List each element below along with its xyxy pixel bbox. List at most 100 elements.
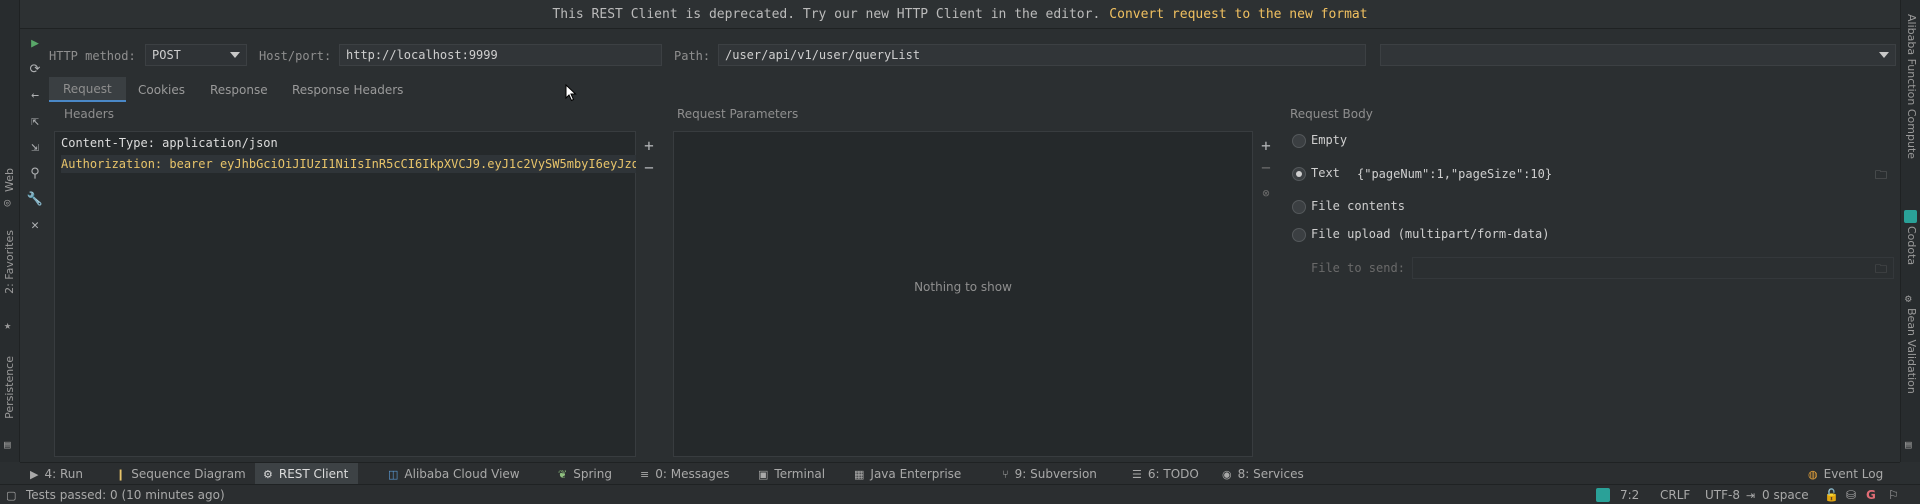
add-parameter-icon[interactable]: + — [1258, 136, 1274, 155]
web-tool-tab[interactable]: Web — [3, 168, 16, 192]
header-row-authorization[interactable]: Authorization: bearer eyJhbGciOiJIUzI1Ni… — [61, 155, 637, 173]
tool-window-event-log[interactable]: ◍ Event Log — [1808, 463, 1883, 485]
tool-window-spring[interactable]: ❦ Spring — [558, 463, 612, 485]
status-message[interactable]: Tests passed: 0 (10 minutes ago) — [26, 485, 225, 504]
tool-window-alicloud-label: Alibaba Cloud View — [404, 467, 520, 481]
refresh-icon[interactable]: ⟳ — [26, 60, 44, 78]
proxy-settings-icon[interactable]: ⚲ — [26, 164, 44, 182]
remove-parameter-icon[interactable]: − — [1258, 158, 1274, 177]
host-port-input[interactable]: http://localhost:9999 — [339, 44, 662, 66]
tool-window-alibaba-cloud[interactable]: ◫ Alibaba Cloud View — [388, 463, 520, 485]
remove-header-icon[interactable]: − — [641, 158, 657, 177]
tab-response-headers[interactable]: Response Headers — [278, 77, 417, 102]
git-icon[interactable]: ⛁ — [1846, 485, 1856, 504]
lock-icon[interactable]: 🔓 — [1824, 485, 1839, 504]
chevron-down-icon — [1879, 52, 1889, 58]
tool-window-rest-client[interactable]: ⚙ REST Client — [255, 463, 359, 485]
banner-message: This REST Client is deprecated. Try our … — [552, 6, 1101, 22]
database-icon: ▤ — [4, 438, 11, 451]
right-tool-strip: Alibaba Function Compute Codota ⚙ Bean V… — [1900, 0, 1920, 462]
body-text-value: {"pageNum":1,"pageSize":10} — [1357, 167, 1553, 181]
tool-window-bar: ▶ 4: Run ❙ Sequence Diagram ⚙ REST Client ◫… — [20, 462, 1900, 485]
text-radio[interactable] — [1292, 167, 1306, 181]
tool-window-rest-label: REST Client — [278, 467, 349, 481]
codota-tab[interactable]: Codota — [1905, 226, 1918, 265]
tool-window-terminal-label: Terminal — [774, 467, 826, 481]
rest-client-actions: ▶ ⟳ ← ⇱ ⇲ ⚲ 🔧 ✕ — [21, 30, 49, 462]
tool-window-terminal[interactable]: ▣ Terminal — [758, 463, 825, 485]
http-method-value: POST — [152, 48, 181, 62]
tool-window-svn-label: 9: Subversion — [1014, 467, 1097, 481]
tool-window-subversion[interactable]: ⑂ 9: Subversion — [1002, 463, 1097, 485]
run-request-icon[interactable]: ▶ — [26, 34, 44, 52]
caret-position[interactable]: 7:2 — [1620, 485, 1639, 504]
star-icon: ★ — [4, 318, 12, 332]
notifications-icon[interactable]: ⚐ — [1888, 485, 1899, 504]
headers-panel: Content-Type: application/json Authoriza… — [54, 131, 637, 457]
rest-client-icon: ⚙ — [263, 467, 273, 481]
file-upload-radio[interactable] — [1292, 228, 1306, 242]
tool-window-run[interactable]: ▶ 4: Run — [30, 463, 83, 485]
file-contents-radio[interactable] — [1292, 200, 1306, 214]
request-parameters-title: Request Parameters — [677, 107, 799, 121]
header-row-content-type[interactable]: Content-Type: application/json — [61, 134, 629, 152]
chevron-down-icon — [230, 52, 240, 58]
status-square-icon[interactable]: ▢ — [6, 485, 16, 504]
path-input[interactable]: /user/api/v1/user/queryList — [718, 44, 1366, 66]
persistence-tool-tab[interactable]: Persistence — [3, 356, 16, 419]
indent-setting[interactable]: 0 space — [1762, 485, 1809, 504]
host-port-label: Host/port: — [259, 49, 332, 63]
body-text-input[interactable]: {"pageNum":1,"pageSize":10} 🗀 — [1350, 163, 1894, 185]
empty-radio[interactable] — [1292, 134, 1306, 148]
favorites-tool-tab[interactable]: 2: Favorites — [3, 230, 16, 294]
file-to-send-input[interactable]: 🗀 — [1412, 257, 1894, 279]
tool-window-spring-label: Spring — [573, 467, 612, 481]
tool-window-todo[interactable]: ☰ 6: TODO — [1132, 463, 1199, 485]
tool-window-run-label: 4: Run — [44, 467, 83, 481]
tool-window-sequence-diagram[interactable]: ❙ Sequence Diagram — [116, 463, 246, 485]
event-log-icon: ◍ — [1808, 467, 1818, 481]
add-header-icon[interactable]: + — [641, 136, 657, 155]
back-arrow-icon[interactable]: ← — [26, 86, 44, 104]
import-icon[interactable]: ⇲ — [26, 138, 44, 156]
convert-request-link[interactable]: Convert request to the new format — [1109, 7, 1367, 22]
left-tool-strip: Web ◎ 2: Favorites ★ Persistence ▤ — [0, 0, 20, 462]
play-icon: ▶ — [30, 467, 39, 481]
tab-cookies[interactable]: Cookies — [124, 77, 199, 102]
headers-side-toolbar: + − — [636, 131, 662, 457]
tab-request[interactable]: Request — [49, 77, 126, 102]
tool-window-messages[interactable]: ≡ 0: Messages — [640, 463, 730, 485]
line-separator[interactable]: CRLF — [1660, 485, 1690, 504]
clear-icon[interactable]: ⊗ — [1258, 185, 1274, 201]
google-icon[interactable]: G — [1866, 485, 1876, 504]
wrench-icon[interactable]: 🔧 — [26, 190, 44, 208]
tool-window-event-log-label: Event Log — [1823, 467, 1884, 481]
mouse-cursor-icon — [565, 84, 577, 102]
cloud-icon: ◫ — [388, 467, 399, 481]
http-method-select[interactable]: POST — [145, 44, 247, 66]
codota-icon — [1904, 210, 1917, 223]
history-dropdown[interactable] — [1380, 44, 1896, 66]
database-icon: ▤ — [1905, 438, 1912, 451]
folder-icon[interactable]: 🗀 — [1875, 260, 1887, 281]
export-icon[interactable]: ⇱ — [26, 112, 44, 130]
alibaba-function-compute-tab[interactable]: Alibaba Function Compute — [1905, 14, 1918, 159]
codota-status-icon[interactable] — [1596, 488, 1610, 502]
spring-leaf-icon: ❦ — [558, 467, 568, 481]
sequence-diagram-icon: ❙ — [116, 467, 126, 481]
close-icon[interactable]: ✕ — [26, 216, 44, 234]
text-radio-label: Text — [1311, 166, 1340, 180]
request-parameters-panel: Nothing to show — [673, 131, 1253, 457]
folder-icon[interactable]: 🗀 — [1875, 166, 1887, 187]
bean-validation-tab[interactable]: Bean Validation — [1905, 308, 1918, 394]
headers-section-title: Headers — [64, 107, 114, 121]
todo-list-icon: ☰ — [1132, 467, 1142, 481]
tab-response[interactable]: Response — [196, 77, 282, 102]
empty-state-text: Nothing to show — [914, 280, 1012, 294]
globe-icon: ◎ — [4, 196, 11, 209]
tool-window-java-enterprise[interactable]: ▦ Java Enterprise — [854, 463, 961, 485]
file-encoding[interactable]: UTF-8 — [1705, 485, 1740, 504]
tool-window-services[interactable]: ◉ 8: Services — [1222, 463, 1304, 485]
terminal-icon: ▣ — [758, 467, 769, 481]
path-value: /user/api/v1/user/queryList — [725, 48, 921, 62]
